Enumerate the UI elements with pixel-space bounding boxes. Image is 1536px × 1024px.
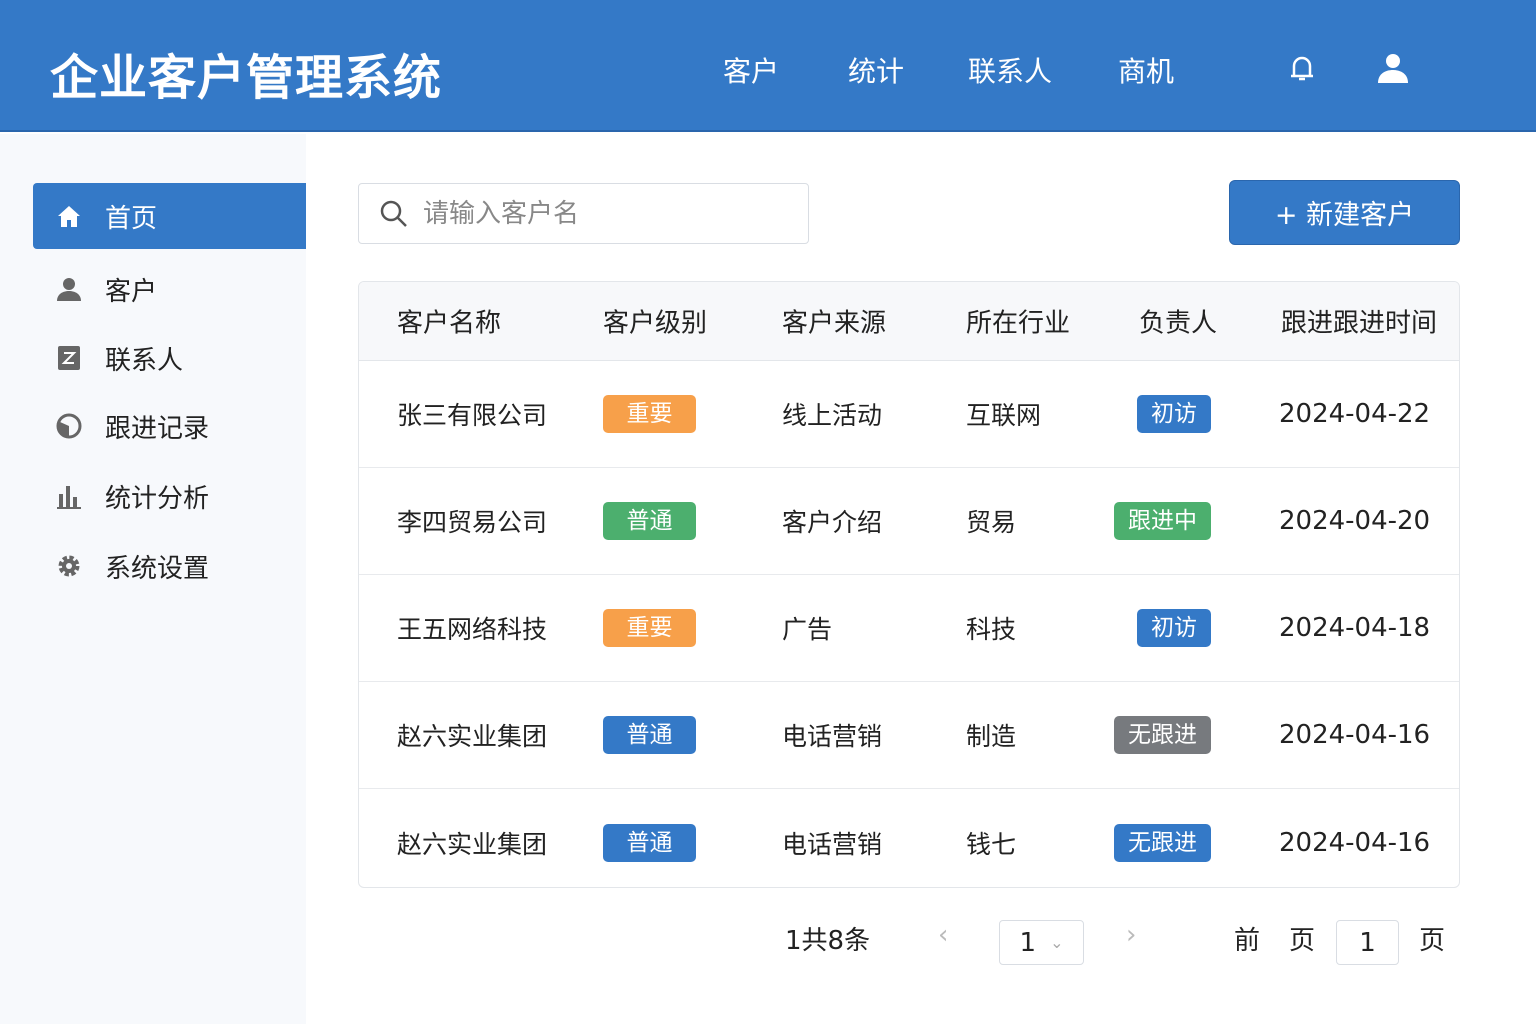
status-badge: 跟进中 <box>1114 502 1211 540</box>
customer-name[interactable]: 赵六实业集团 <box>397 825 547 861</box>
column-header: 客户名称 <box>397 308 502 339</box>
sidebar-item-label: 系统设置 <box>105 553 210 584</box>
table-header: 客户名称 客户级别 客户来源 所在行业 负责人 跟进跟进时间 <box>359 282 1459 361</box>
table-row[interactable]: 张三有限公司 重要 线上活动 互联网 初访 2024-04-22 <box>359 361 1459 468</box>
followup-date: 2024-04-16 <box>1279 827 1431 858</box>
nav-statistics[interactable]: 统计 <box>848 50 904 90</box>
sidebar-item-label: 联系人 <box>105 345 184 376</box>
search-box <box>358 183 809 244</box>
customer-name[interactable]: 李四贸易公司 <box>397 503 547 539</box>
sidebar-item-analytics[interactable]: 统计分析 <box>33 463 306 529</box>
app-title: 企业客户管理系统 <box>50 50 443 106</box>
status-badge: 初访 <box>1137 609 1211 647</box>
nav-contacts[interactable]: 联系人 <box>968 50 1052 90</box>
table-row[interactable]: 李四贸易公司 普通 客户介绍 贸易 跟进中 2024-04-20 <box>359 468 1459 575</box>
followup-date: 2024-04-16 <box>1279 720 1431 750</box>
customer-industry: 贸易 <box>966 508 1017 537</box>
chart-icon <box>57 486 81 509</box>
search-input[interactable] <box>423 198 783 229</box>
goto-page-label: 页 <box>1289 926 1316 956</box>
sidebar-item-settings[interactable]: 系统设置 <box>33 533 306 599</box>
customer-source: 线上活动 <box>782 401 883 430</box>
nav-customers[interactable]: 客户 <box>723 50 779 90</box>
followup-date: 2024-04-18 <box>1279 613 1431 643</box>
chevron-down-icon: ⌄ <box>1050 933 1064 952</box>
status-badge: 无跟进 <box>1114 716 1211 754</box>
column-header: 负责人 <box>1139 308 1218 339</box>
sidebar-item-label: 客户 <box>105 276 158 307</box>
sidebar-item-customers[interactable]: 客户 <box>33 256 306 322</box>
customer-industry: 互联网 <box>966 401 1042 430</box>
sidebar-item-label: 首页 <box>105 203 158 234</box>
column-header: 客户来源 <box>782 308 887 339</box>
customer-source: 广告 <box>782 615 833 644</box>
prev-page-icon[interactable]: ‹ <box>938 920 948 950</box>
customer-industry: 钱七 <box>966 829 1017 859</box>
level-badge: 普通 <box>603 716 696 754</box>
column-header: 客户级别 <box>603 308 708 339</box>
record-icon <box>56 413 82 439</box>
customer-name[interactable]: 王五网络科技 <box>397 610 547 646</box>
sidebar-item-label: 跟进记录 <box>105 413 210 444</box>
sidebar-item-home[interactable]: 首页 <box>33 183 306 249</box>
next-page-icon[interactable]: › <box>1126 920 1136 950</box>
sidebar-item-contacts[interactable]: 联系人 <box>33 325 306 391</box>
customer-source: 客户介绍 <box>782 508 883 537</box>
total-count: 1共8条 <box>785 926 871 956</box>
sidebar-item-followups[interactable]: 跟进记录 <box>33 393 306 459</box>
user-icon <box>57 278 81 301</box>
page-select-value: 1 <box>1019 927 1037 958</box>
level-badge: 重要 <box>603 609 696 647</box>
goto-page-input[interactable]: 1 <box>1336 920 1399 965</box>
status-badge: 无跟进 <box>1114 823 1211 862</box>
status-badge: 初访 <box>1137 395 1211 433</box>
customer-source: 电话营销 <box>782 722 883 751</box>
column-header: 所在行业 <box>966 308 1071 339</box>
customer-source: 电话营销 <box>782 829 883 859</box>
nav-opportunities[interactable]: 商机 <box>1118 50 1174 90</box>
goto-prefix: 前 <box>1234 926 1261 956</box>
add-customer-button[interactable]: + 新建客户 <box>1229 180 1460 245</box>
contact-icon <box>58 346 80 370</box>
customer-name[interactable]: 张三有限公司 <box>397 396 547 432</box>
customer-industry: 科技 <box>966 615 1017 644</box>
home-icon <box>58 206 80 227</box>
table-row[interactable]: 赵六实业集团 普通 电话营销 制造 无跟进 2024-04-16 <box>359 682 1459 789</box>
followup-date: 2024-04-22 <box>1279 399 1431 429</box>
search-icon <box>380 200 407 227</box>
level-badge: 普通 <box>603 502 696 540</box>
customer-name[interactable]: 赵六实业集团 <box>397 717 547 753</box>
gear-icon <box>58 555 80 577</box>
sidebar: 首页 客户 联系人 跟进记录 统计分析 系统设置 <box>0 134 306 1024</box>
bell-icon[interactable] <box>1284 50 1320 86</box>
user-avatar-icon[interactable] <box>1375 50 1411 86</box>
page-select[interactable]: 1 ⌄ <box>999 920 1084 965</box>
top-header: 企业客户管理系统 客户 统计 联系人 商机 <box>0 0 1536 132</box>
customer-industry: 制造 <box>966 722 1017 751</box>
table-row[interactable]: 赵六实业集团 普通 电话营销 钱七 无跟进 2024-04-16 <box>359 789 1459 887</box>
sidebar-item-label: 统计分析 <box>105 483 210 514</box>
level-badge: 重要 <box>603 395 696 433</box>
goto-suffix: 页 <box>1419 926 1446 956</box>
column-header: 跟进跟进时间 <box>1281 308 1438 339</box>
customer-table: 客户名称 客户级别 客户来源 所在行业 负责人 跟进跟进时间 张三有限公司 重要… <box>358 281 1460 888</box>
followup-date: 2024-04-20 <box>1279 506 1431 536</box>
table-row[interactable]: 王五网络科技 重要 广告 科技 初访 2024-04-18 <box>359 575 1459 682</box>
level-badge: 普通 <box>603 823 696 862</box>
